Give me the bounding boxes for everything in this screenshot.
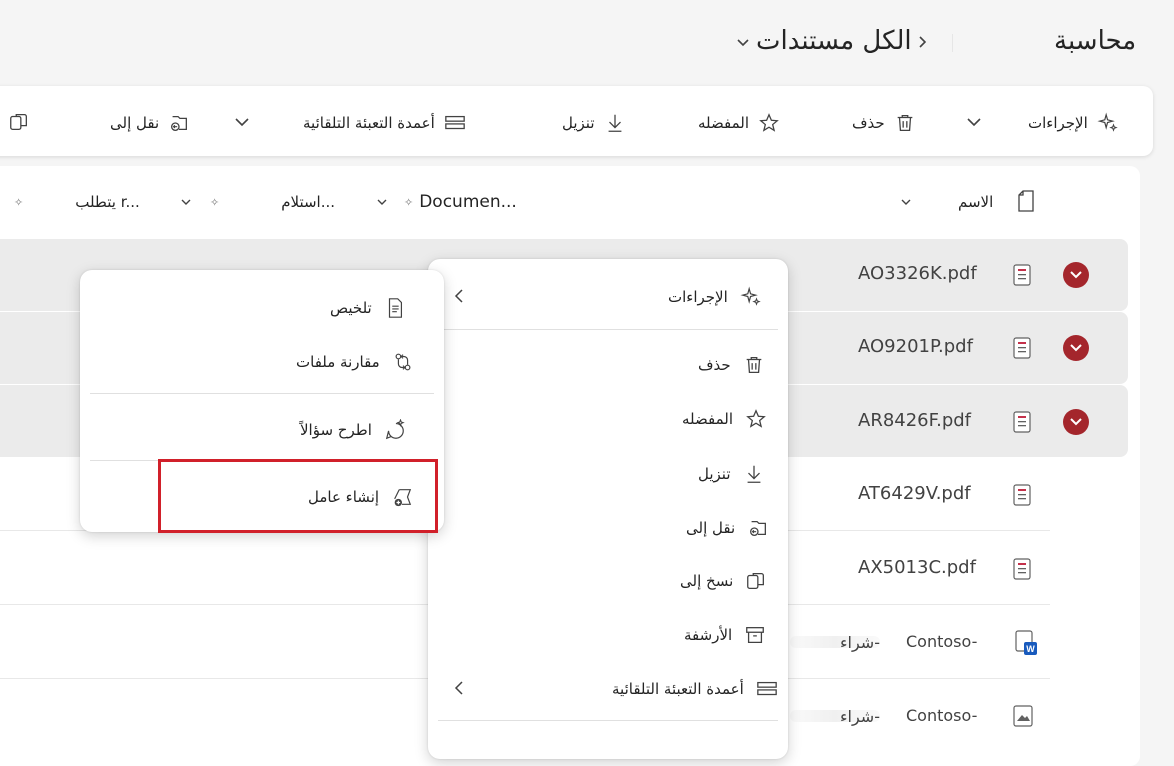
- menu-item-copy-to[interactable]: نسخ إلى: [680, 567, 767, 595]
- chevron-left-icon: [454, 681, 463, 695]
- ask-question-icon: [385, 419, 405, 440]
- chevron-down-icon: [377, 199, 387, 205]
- sparkle-icon: ✧: [14, 195, 24, 209]
- sparkle-icon: ✧: [210, 195, 220, 209]
- file-name[interactable]: AX5013C.pdf: [858, 557, 976, 578]
- sparkle-icon: [740, 286, 761, 306]
- toolbar-actions-label: الإجراءات: [1028, 114, 1088, 132]
- word-file-icon: W: [1015, 630, 1037, 655]
- breadcrumb-current[interactable]: الكل مستندات: [756, 26, 912, 56]
- toolbar-download-label: تنزيل: [562, 114, 595, 132]
- toolbar-delete-label: حذف: [852, 114, 885, 132]
- toolbar-favorite-button[interactable]: المفضله: [698, 111, 781, 135]
- star-icon: [757, 111, 781, 135]
- download-icon: [747, 465, 760, 483]
- chevron-down-icon[interactable]: [736, 38, 750, 48]
- toolbar-favorite-label: المفضله: [698, 114, 750, 132]
- toolbar-move-button[interactable]: نقل إلى: [110, 111, 191, 135]
- file-name[interactable]: AO9201P.pdf: [858, 336, 973, 357]
- compare-files-icon: [395, 353, 411, 371]
- column-header-received[interactable]: ✧ استلام...: [210, 191, 335, 213]
- chevron-left-icon: [454, 289, 463, 303]
- file-name[interactable]: Contoso-: [906, 706, 977, 725]
- sparkle-icon: [1096, 111, 1120, 135]
- menu-item-favorite[interactable]: المفضله: [682, 405, 767, 433]
- file-name-part: شراء-: [840, 633, 880, 652]
- column-header-requires[interactable]: ✧ يتطلب r...: [14, 191, 140, 213]
- chevron-down-icon: [901, 199, 911, 205]
- submenu-item-summarize[interactable]: تلخيص: [330, 294, 406, 322]
- submenu-item-ask[interactable]: اطرح سؤالاً: [300, 416, 406, 444]
- columns-icon: [443, 111, 467, 135]
- menu-divider: [90, 393, 434, 394]
- chevron-down-icon[interactable]: [234, 115, 250, 129]
- folder-move-icon: [750, 520, 767, 536]
- menu-divider: [438, 329, 778, 330]
- column-header-requires-chevron[interactable]: [180, 191, 192, 213]
- file-name[interactable]: AR8426F.pdf: [858, 410, 971, 431]
- menu-item-archive[interactable]: الأرشفة: [684, 621, 766, 649]
- breadcrumb-separator-line: [952, 34, 953, 52]
- sparkle-icon: ✧: [404, 195, 414, 209]
- file-name[interactable]: Contoso-: [906, 632, 977, 651]
- menu-item-delete[interactable]: حذف: [698, 351, 765, 379]
- toolbar-autofill-label: أعمدة التعبئة التلقائية: [303, 114, 435, 132]
- copy-icon: [747, 573, 765, 589]
- toolbar-autofill-button[interactable]: أعمدة التعبئة التلقائية: [303, 111, 467, 135]
- pdf-file-icon: [1013, 558, 1031, 580]
- toolbar-delete-button[interactable]: حذف: [852, 111, 917, 135]
- chevron-right-icon: [919, 36, 927, 48]
- summary-document-icon: [388, 298, 402, 318]
- download-icon: [603, 111, 627, 135]
- status-error-icon[interactable]: [1063, 409, 1089, 435]
- file-name-part: شراء-: [840, 707, 880, 726]
- svg-text:W: W: [1026, 644, 1035, 654]
- pdf-file-icon: [1013, 264, 1031, 286]
- toolbar-actions-button[interactable]: الإجراءات: [1028, 111, 1120, 135]
- pdf-file-icon: [1013, 411, 1031, 433]
- menu-item-autofill[interactable]: أعمدة التعبئة التلقائية: [612, 675, 778, 703]
- folder-move-icon: [167, 111, 191, 135]
- file-header-icon: [1018, 190, 1034, 212]
- file-name[interactable]: AT6429V.pdf: [858, 483, 971, 504]
- status-error-icon[interactable]: [1063, 335, 1089, 361]
- menu-item-actions[interactable]: الإجراءات: [668, 283, 762, 311]
- copy-icon[interactable]: [8, 111, 30, 133]
- highlight-box: [158, 459, 438, 533]
- status-error-icon[interactable]: [1063, 262, 1089, 288]
- toolbar-download-button[interactable]: تنزيل: [562, 111, 627, 135]
- column-header-name[interactable]: الاسم: [900, 191, 993, 213]
- star-icon: [746, 409, 766, 428]
- trash-icon: [746, 357, 762, 373]
- menu-divider: [438, 720, 778, 721]
- column-header-received-chevron[interactable]: [376, 191, 388, 213]
- toolbar-move-label: نقل إلى: [110, 114, 160, 132]
- pdf-file-icon: [1013, 484, 1031, 506]
- column-header-document[interactable]: ✧ Documen...: [404, 191, 517, 213]
- menu-item-download[interactable]: تنزيل: [698, 460, 765, 488]
- archive-icon: [746, 627, 765, 643]
- submenu-item-compare[interactable]: مقارنة ملفات: [296, 348, 414, 376]
- pdf-file-icon: [1013, 337, 1031, 359]
- chevron-down-icon[interactable]: [966, 115, 982, 129]
- menu-item-move-to[interactable]: نقل إلى: [686, 514, 769, 542]
- image-file-icon: [1013, 705, 1033, 727]
- file-name[interactable]: AO3326K.pdf: [858, 263, 977, 284]
- columns-icon: [756, 681, 777, 696]
- chevron-down-icon: [181, 199, 191, 205]
- breadcrumb-root[interactable]: محاسبة: [1054, 26, 1136, 56]
- trash-icon: [893, 111, 917, 135]
